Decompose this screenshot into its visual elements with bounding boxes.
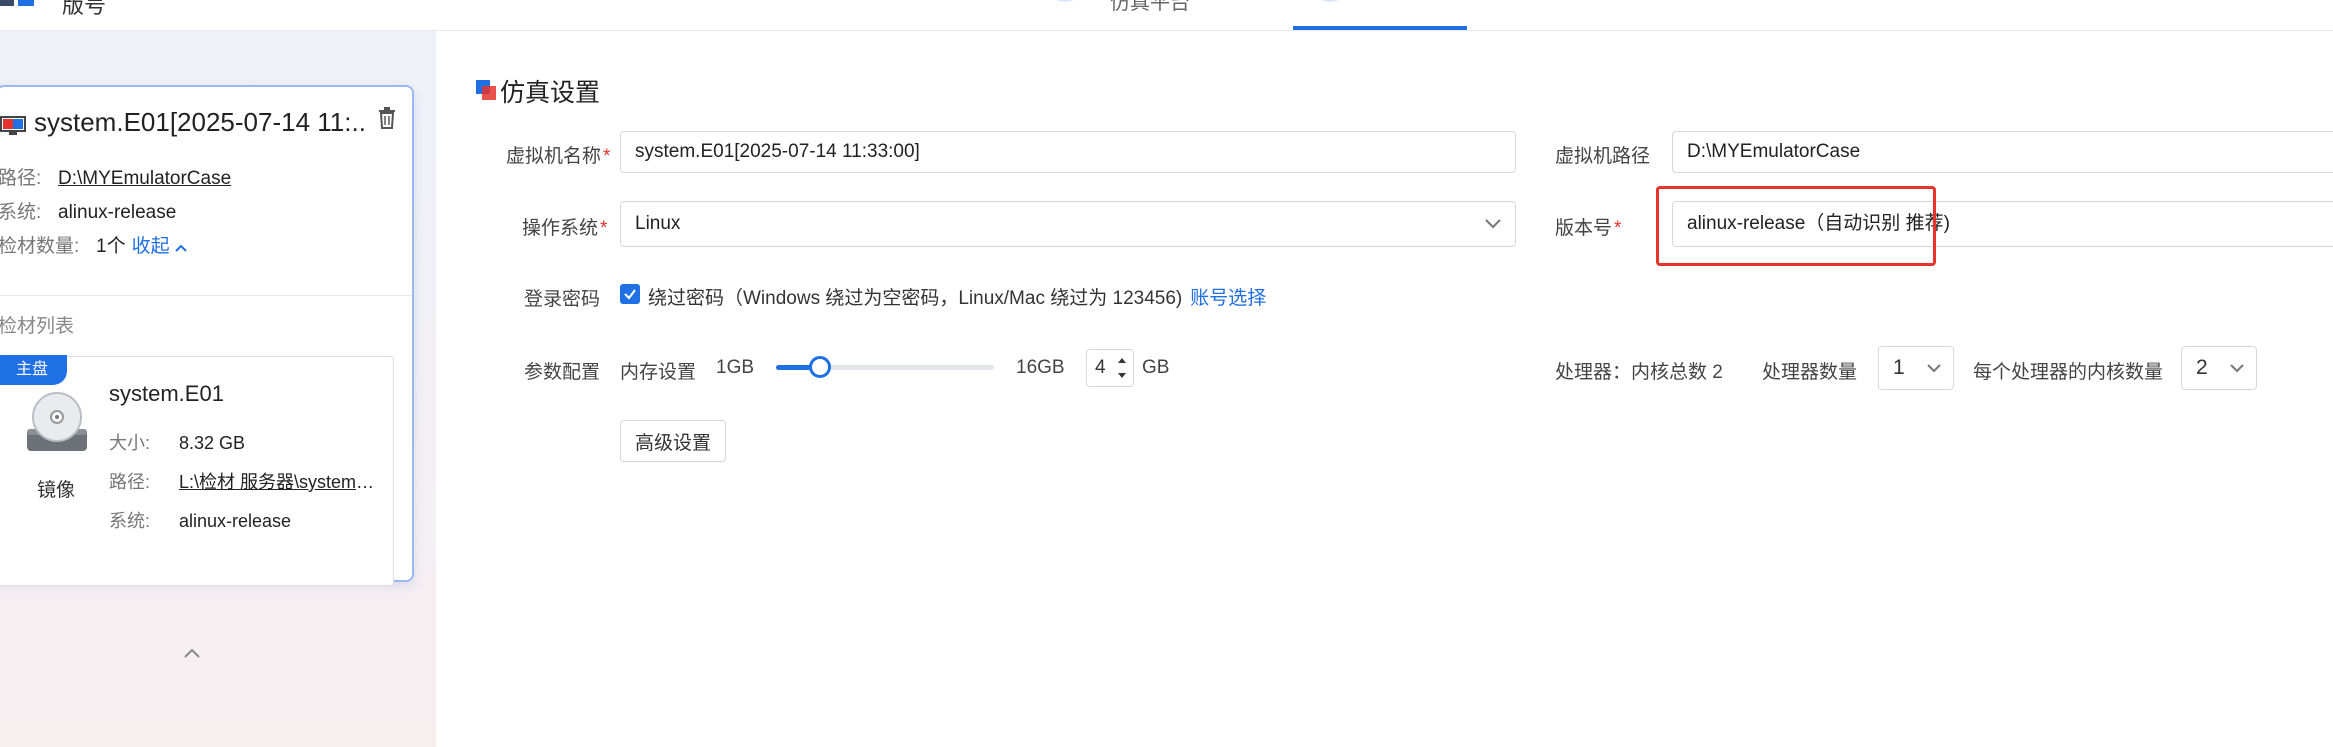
card-divider bbox=[0, 295, 412, 296]
memory-stepper[interactable]: 4 bbox=[1086, 349, 1134, 387]
chevron-up-icon bbox=[175, 244, 187, 252]
case-sidebar: system.E01[2025-07-14 11:... 路径: D:\MYEmu… bbox=[0, 31, 436, 747]
evidence-os-label: 系统: bbox=[109, 511, 151, 531]
settings-panel: 仿真设置 虚拟机名称 * system.E01[2025-07-14 11:33:… bbox=[436, 31, 2333, 747]
bypass-password-description: 绕过密码（Windows 绕过为空密码，Linux/Mac 绕过为 123456… bbox=[648, 288, 1183, 309]
step-2-dot bbox=[1315, 0, 1345, 2]
chevron-down-icon bbox=[1485, 219, 1501, 229]
case-count-row: 检材数量: 1个 收起 bbox=[0, 231, 187, 258]
version-label: 版本号 * bbox=[1555, 213, 1621, 240]
case-title: system.E01[2025-07-14 11:... bbox=[34, 107, 364, 137]
memory-slider[interactable] bbox=[776, 356, 994, 378]
vm-name-label-text: 虚拟机名称 bbox=[506, 146, 602, 167]
chevron-down-icon bbox=[2230, 364, 2244, 373]
required-mark: * bbox=[1614, 218, 1622, 239]
case-os-row: 系统: alinux-release bbox=[0, 197, 176, 224]
advanced-settings-button[interactable]: 高级设置 bbox=[620, 420, 726, 462]
app-name: 版号 bbox=[62, 0, 107, 18]
chevron-down-icon bbox=[1927, 364, 1941, 373]
evidence-path-link[interactable]: L:\检材 服务器\system.E01 bbox=[179, 468, 375, 494]
vm-path-label: 虚拟机路径 bbox=[1555, 146, 1651, 167]
active-tab-indicator bbox=[1293, 26, 1467, 30]
evidence-path-label: 路径: bbox=[109, 472, 151, 492]
case-count-label: 检材数量: bbox=[0, 236, 80, 257]
memory-unit: GB bbox=[1142, 357, 1170, 378]
required-mark: * bbox=[603, 146, 611, 167]
os-select[interactable]: Linux bbox=[620, 201, 1516, 247]
bypass-password-checkbox[interactable] bbox=[620, 284, 640, 304]
primary-disk-badge: 主盘 bbox=[0, 355, 67, 385]
collapse-link[interactable]: 收起 bbox=[132, 236, 187, 257]
case-os-value: alinux-release bbox=[58, 202, 177, 223]
collapse-label: 收起 bbox=[131, 236, 170, 257]
cpu-count-value: 1 bbox=[1893, 356, 1905, 379]
section-title: 仿真设置 bbox=[500, 79, 601, 107]
vm-path-input[interactable]: D:\MYEmulatorCase bbox=[1672, 131, 2333, 173]
top-bar: 版号 仿真平台 bbox=[0, 0, 2333, 31]
cores-per-cpu-select[interactable]: 2 bbox=[2181, 346, 2257, 390]
case-path-link[interactable]: D:\MYEmulatorCase bbox=[58, 168, 231, 189]
evidence-list-title: 检材列表 bbox=[0, 316, 75, 337]
evidence-size-value: 8.32 GB bbox=[179, 433, 246, 453]
cores-per-cpu-value: 2 bbox=[2196, 356, 2208, 379]
stepper-down-icon[interactable] bbox=[1117, 372, 1127, 380]
case-path-row: 路径: D:\MYEmulatorCase bbox=[0, 163, 231, 190]
case-os-label: 系统: bbox=[0, 202, 42, 223]
card-collapse-chevron-icon[interactable] bbox=[184, 648, 200, 658]
os-select-value: Linux bbox=[635, 213, 681, 234]
os-label-text: 操作系统 bbox=[522, 218, 599, 239]
evidence-name: system.E01 bbox=[109, 381, 224, 406]
disc-image-icon bbox=[27, 392, 87, 451]
memory-slider-thumb[interactable] bbox=[809, 356, 831, 378]
cpu-count-select[interactable]: 1 bbox=[1878, 346, 1954, 390]
bypass-password-text: 绕过密码（Windows 绕过为空密码，Linux/Mac 绕过为 123456… bbox=[648, 283, 1266, 310]
case-card[interactable]: system.E01[2025-07-14 11:... 路径: D:\MYEmu… bbox=[0, 85, 414, 658]
evidence-size-label: 大小: bbox=[109, 433, 151, 453]
evidence-size-row: 大小: 8.32 GB bbox=[109, 429, 245, 455]
os-label: 操作系统 * bbox=[522, 213, 607, 240]
case-card-header: system.E01[2025-07-14 11:... 路径: D:\MYEmu… bbox=[0, 87, 412, 273]
monitor-icon bbox=[0, 116, 26, 135]
evidence-os-row: 系统: alinux-release bbox=[109, 507, 291, 533]
vm-name-label: 虚拟机名称 * bbox=[506, 141, 610, 168]
memory-min-label: 1GB bbox=[716, 357, 755, 378]
version-highlight-box bbox=[1656, 186, 1936, 266]
evidence-type-label: 镜像 bbox=[37, 480, 76, 501]
params-label: 参数配置 bbox=[524, 362, 601, 383]
vm-name-input[interactable]: system.E01[2025-07-14 11:33:00] bbox=[620, 131, 1516, 173]
case-count-value: 1个 bbox=[96, 236, 126, 257]
memory-stepper-value: 4 bbox=[1095, 357, 1106, 378]
checkmark-icon bbox=[624, 289, 636, 300]
step-1-label[interactable]: 仿真平台 bbox=[1110, 0, 1190, 15]
step-1-dot bbox=[1050, 0, 1080, 2]
memory-label: 内存设置 bbox=[620, 362, 697, 383]
settings-section-icon bbox=[476, 80, 496, 100]
cores-per-cpu-label: 每个处理器的内核数量 bbox=[1973, 362, 2164, 383]
memory-max-label: 16GB bbox=[1016, 357, 1065, 378]
account-select-link[interactable]: 账号选择 bbox=[1190, 288, 1266, 309]
version-label-text: 版本号 bbox=[1555, 218, 1613, 239]
stepper-up-icon[interactable] bbox=[1117, 356, 1127, 364]
required-mark: * bbox=[600, 218, 608, 239]
case-path-label: 路径: bbox=[0, 168, 42, 189]
cpu-total-label: 处理器：内核总数 2 bbox=[1555, 362, 1723, 383]
evidence-os-value: alinux-release bbox=[179, 511, 292, 531]
evidence-path-row: 路径: L:\检材 服务器\system.E01 bbox=[109, 468, 375, 494]
app-logo-icon bbox=[0, 0, 34, 6]
password-label: 登录密码 bbox=[524, 289, 601, 310]
cpu-count-label: 处理器数量 bbox=[1762, 362, 1858, 383]
evidence-item[interactable]: 主盘 镜像 system.E01 大小: 8.32 GB 路径: L:\检材 服务器… bbox=[0, 355, 394, 586]
trash-icon[interactable] bbox=[378, 107, 396, 129]
